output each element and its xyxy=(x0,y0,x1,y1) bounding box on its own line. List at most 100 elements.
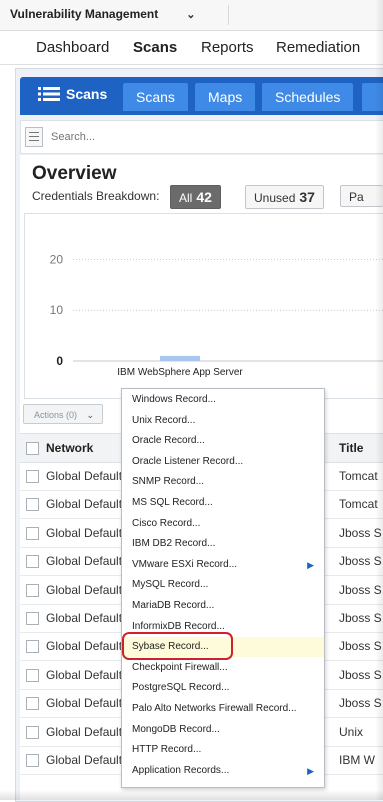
row-network: Global Default xyxy=(46,724,123,739)
menu-item[interactable]: Oracle Record... xyxy=(122,431,324,451)
menu-item[interactable]: Unix Record... xyxy=(122,411,324,431)
row-checkbox[interactable] xyxy=(26,555,39,569)
menu-item-label: Application Records... xyxy=(132,764,230,776)
filter-all-label: All xyxy=(179,191,193,205)
edge-shadow xyxy=(0,790,383,800)
row-checkbox[interactable] xyxy=(26,640,39,654)
menu-item[interactable]: MariaDB Record... xyxy=(122,596,324,616)
filter-partial-label: Pa xyxy=(349,190,364,204)
menu-item-label: PostgreSQL Record... xyxy=(132,682,230,694)
menu-item-label: HTTP Record... xyxy=(132,744,202,756)
actions-dropdown[interactable]: Actions (0) ⌄ xyxy=(23,404,103,424)
filter-unused-count: 37 xyxy=(299,189,315,205)
menu-item[interactable]: Windows Record... xyxy=(122,390,324,410)
menu-item[interactable]: Cisco Record... xyxy=(122,514,324,534)
menu-item-label: Oracle Listener Record... xyxy=(132,455,244,467)
menu-item[interactable]: Palo Alto Networks Firewall Record... xyxy=(122,699,324,719)
row-network: Global Default xyxy=(46,497,123,512)
menu-item[interactable]: InformixDB Record... xyxy=(122,617,324,637)
filter-unused-button[interactable]: Unused 37 xyxy=(245,185,324,209)
row-network: Global Default xyxy=(46,469,123,483)
tab-scans[interactable]: Scans xyxy=(123,83,188,111)
row-checkbox[interactable] xyxy=(26,612,39,625)
menu-item[interactable]: MS SQL Record... xyxy=(122,493,324,513)
filter-all-button[interactable]: All 42 xyxy=(170,185,221,209)
menu-item-label: MongoDB Record... xyxy=(132,723,220,735)
column-title[interactable]: Title xyxy=(339,441,363,455)
menu-item[interactable]: IBM DB2 Record... xyxy=(122,534,324,554)
credentials-breakdown-label: Credentials Breakdown: xyxy=(32,189,160,203)
list-icon xyxy=(38,87,60,101)
row-checkbox[interactable] xyxy=(26,754,39,767)
menu-item[interactable]: Sybase Record... xyxy=(122,637,324,658)
menu-item-label: Oracle Record... xyxy=(132,435,205,447)
menu-item[interactable]: VMware ESXi Record... ▶ xyxy=(122,555,324,575)
module-selector[interactable]: Vulnerability Management ⌄ xyxy=(10,7,195,21)
menu-item[interactable]: SNMP Record... xyxy=(122,472,324,492)
menu-item-label: IBM DB2 Record... xyxy=(132,538,216,550)
nav-scans[interactable]: Scans xyxy=(133,39,177,56)
nav-dashboard[interactable]: Dashboard xyxy=(36,39,109,56)
y-tick-label: 20 xyxy=(50,252,64,266)
search-input[interactable] xyxy=(49,125,373,149)
row-network: Global Default xyxy=(46,525,123,540)
chart-svg: 20 10 0 IBM WebSphere App Server xyxy=(50,252,383,378)
menu-item-label: Cisco Record... xyxy=(132,517,201,529)
row-network: Global Default xyxy=(46,696,123,711)
row-checkbox[interactable] xyxy=(26,526,39,540)
submenu-arrow-icon: ▶ xyxy=(307,765,314,776)
row-network: Global Default xyxy=(46,611,123,625)
module-tab-bar: Scans Scans Maps Schedules xyxy=(20,77,383,115)
menu-item-label: Sybase Record... xyxy=(132,641,209,653)
tab-maps[interactable]: Maps xyxy=(195,83,256,111)
credentials-chart: 20 10 0 IBM WebSphere App Server xyxy=(24,213,383,399)
nav-remediation[interactable]: Remediation xyxy=(276,39,360,56)
menu-item[interactable]: HTTP Record... xyxy=(122,740,324,760)
row-network: Global Default xyxy=(46,753,123,767)
row-checkbox[interactable] xyxy=(26,470,39,483)
menu-item-label: MySQL Record... xyxy=(132,579,209,591)
search-bar xyxy=(20,120,383,154)
row-network: Global Default xyxy=(46,639,123,654)
scans-home-tab[interactable]: Scans xyxy=(38,86,107,102)
menu-item[interactable]: MongoDB Record... xyxy=(122,720,324,740)
menu-item-label: MS SQL Record... xyxy=(132,497,213,508)
menu-item[interactable]: Checkpoint Firewall... xyxy=(122,658,324,678)
menu-item[interactable]: PostgreSQL Record... xyxy=(122,678,324,698)
scans-home-label: Scans xyxy=(66,86,108,102)
row-checkbox[interactable] xyxy=(26,697,39,711)
select-all-checkbox[interactable] xyxy=(26,442,39,455)
app-header: Vulnerability Management ⌄ xyxy=(0,0,383,31)
edge-shadow xyxy=(375,0,383,800)
row-network: Global Default xyxy=(46,582,123,597)
row-checkbox[interactable] xyxy=(26,668,39,682)
module-selector-label: Vulnerability Management xyxy=(10,7,159,21)
row-checkbox[interactable] xyxy=(26,498,39,512)
menu-item-label: SNMP Record... xyxy=(132,476,205,488)
filter-all-count: 42 xyxy=(196,189,212,205)
top-navigation: Dashboard Scans Reports Remediation xyxy=(0,31,383,65)
menu-item-label: Checkpoint Firewall... xyxy=(132,661,228,673)
row-network: Global Default xyxy=(46,554,123,569)
chevron-down-icon: ⌄ xyxy=(86,410,94,420)
menu-item[interactable]: Application Records... ▶ xyxy=(122,761,324,781)
menu-item-label: Windows Record... xyxy=(132,394,216,405)
menu-item-label: Palo Alto Networks Firewall Record... xyxy=(132,703,297,714)
row-checkbox[interactable] xyxy=(26,725,39,739)
menu-item[interactable]: MySQL Record... xyxy=(122,575,324,595)
menu-item-label: InformixDB Record... xyxy=(132,620,225,632)
bar[interactable] xyxy=(160,355,200,361)
divider xyxy=(228,5,229,25)
y-tick-label: 10 xyxy=(50,303,64,317)
row-network: Global Default xyxy=(46,667,123,682)
tab-schedules[interactable]: Schedules xyxy=(262,83,354,111)
filter-unused-label: Unused xyxy=(254,191,296,205)
app-frame: Vulnerability Management ⌄ Dashboard Sca… xyxy=(0,0,383,802)
menu-item[interactable]: Oracle Listener Record... xyxy=(122,452,324,472)
filter-toggle-icon[interactable] xyxy=(25,127,43,147)
row-checkbox[interactable] xyxy=(26,583,39,597)
nav-reports[interactable]: Reports xyxy=(201,39,254,56)
menu-item-label: Unix Record... xyxy=(132,414,196,426)
menu-item-label: VMware ESXi Record... xyxy=(132,558,238,570)
column-network[interactable]: Network xyxy=(46,441,93,455)
